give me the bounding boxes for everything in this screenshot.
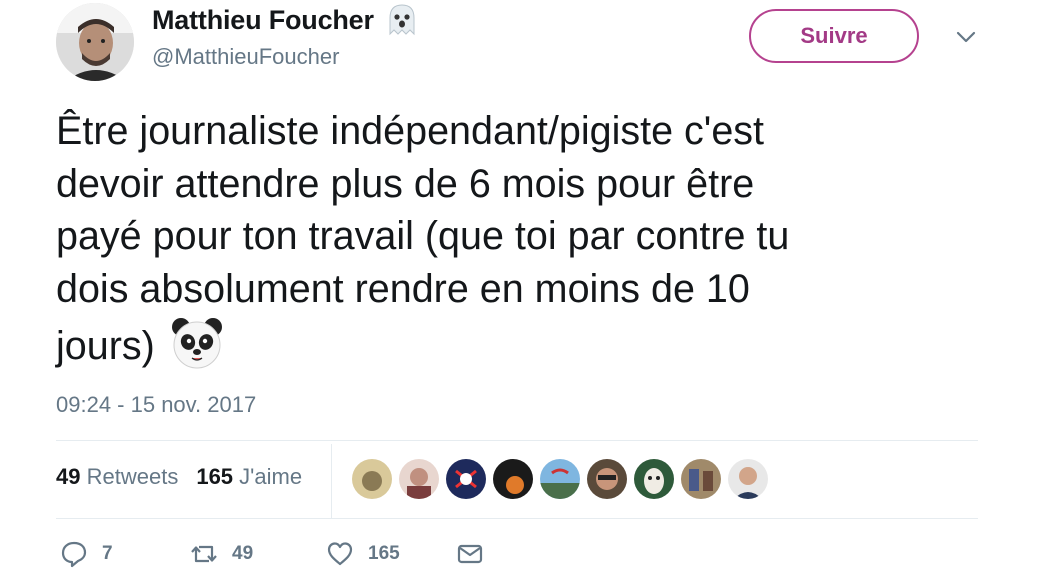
follow-button[interactable]: Suivre <box>749 9 919 63</box>
reply-icon <box>61 541 87 568</box>
tweet-text-line: payé pour ton travail (que toi par contr… <box>56 214 790 258</box>
author-display-name[interactable]: Matthieu Foucher <box>152 5 374 36</box>
like-count: 165 <box>368 543 400 564</box>
tweet-text-line: dois absolument rendre en moins de 10 <box>56 266 750 311</box>
author-name-row[interactable]: Matthieu Foucher <box>152 2 420 38</box>
likes-stat[interactable]: 165 J'aime <box>196 464 302 490</box>
reply-action[interactable]: 7 <box>60 540 113 568</box>
retweets-label: Retweets <box>86 464 179 489</box>
retweets-stat[interactable]: 49 Retweets <box>56 464 178 490</box>
tweet-timestamp[interactable]: 09:24 - 15 nov. 2017 <box>56 392 256 418</box>
liker-avatar[interactable] <box>446 459 486 499</box>
divider <box>56 440 978 441</box>
liker-avatar[interactable] <box>587 459 627 499</box>
heart-icon <box>327 542 353 566</box>
ghost-emoji-icon <box>384 2 420 38</box>
tweet-text-line-last: jours) <box>56 315 986 373</box>
liker-avatar[interactable] <box>399 459 439 499</box>
retweet-action[interactable]: 49 <box>190 540 253 568</box>
engagement-stats: 49 Retweets 165 J'aime <box>56 464 320 490</box>
author-avatar[interactable] <box>56 3 134 81</box>
reply-count: 7 <box>102 543 113 564</box>
liker-avatar[interactable] <box>681 459 721 499</box>
retweet-icon <box>191 545 217 563</box>
tweet-text: Être journaliste indépendant/pigiste c'e… <box>56 105 986 373</box>
likers-avatar-list <box>352 459 775 499</box>
stats-separator <box>331 444 332 518</box>
likes-count: 165 <box>196 464 234 489</box>
tweet-text-line: Être journaliste indépendant/pigiste c'e… <box>56 109 765 153</box>
retweet-count: 49 <box>232 543 254 564</box>
likes-label: J'aime <box>239 464 303 489</box>
direct-message-action[interactable] <box>456 540 498 568</box>
liker-avatar[interactable] <box>540 459 580 499</box>
retweets-count: 49 <box>56 464 81 489</box>
author-handle[interactable]: @MatthieuFoucher <box>152 44 339 70</box>
tweet-text-line: jours) <box>56 324 155 368</box>
liker-avatar[interactable] <box>728 459 768 499</box>
like-action[interactable]: 165 <box>326 540 400 568</box>
chevron-down-icon[interactable] <box>954 28 978 46</box>
liker-avatar[interactable] <box>493 459 533 499</box>
liker-avatar[interactable] <box>352 459 392 499</box>
envelope-icon <box>457 544 483 564</box>
tweet-text-line: devoir attendre plus de 6 mois pour être <box>56 161 755 206</box>
divider <box>56 518 978 519</box>
panda-emoji-icon <box>169 315 225 371</box>
liker-avatar[interactable] <box>634 459 674 499</box>
